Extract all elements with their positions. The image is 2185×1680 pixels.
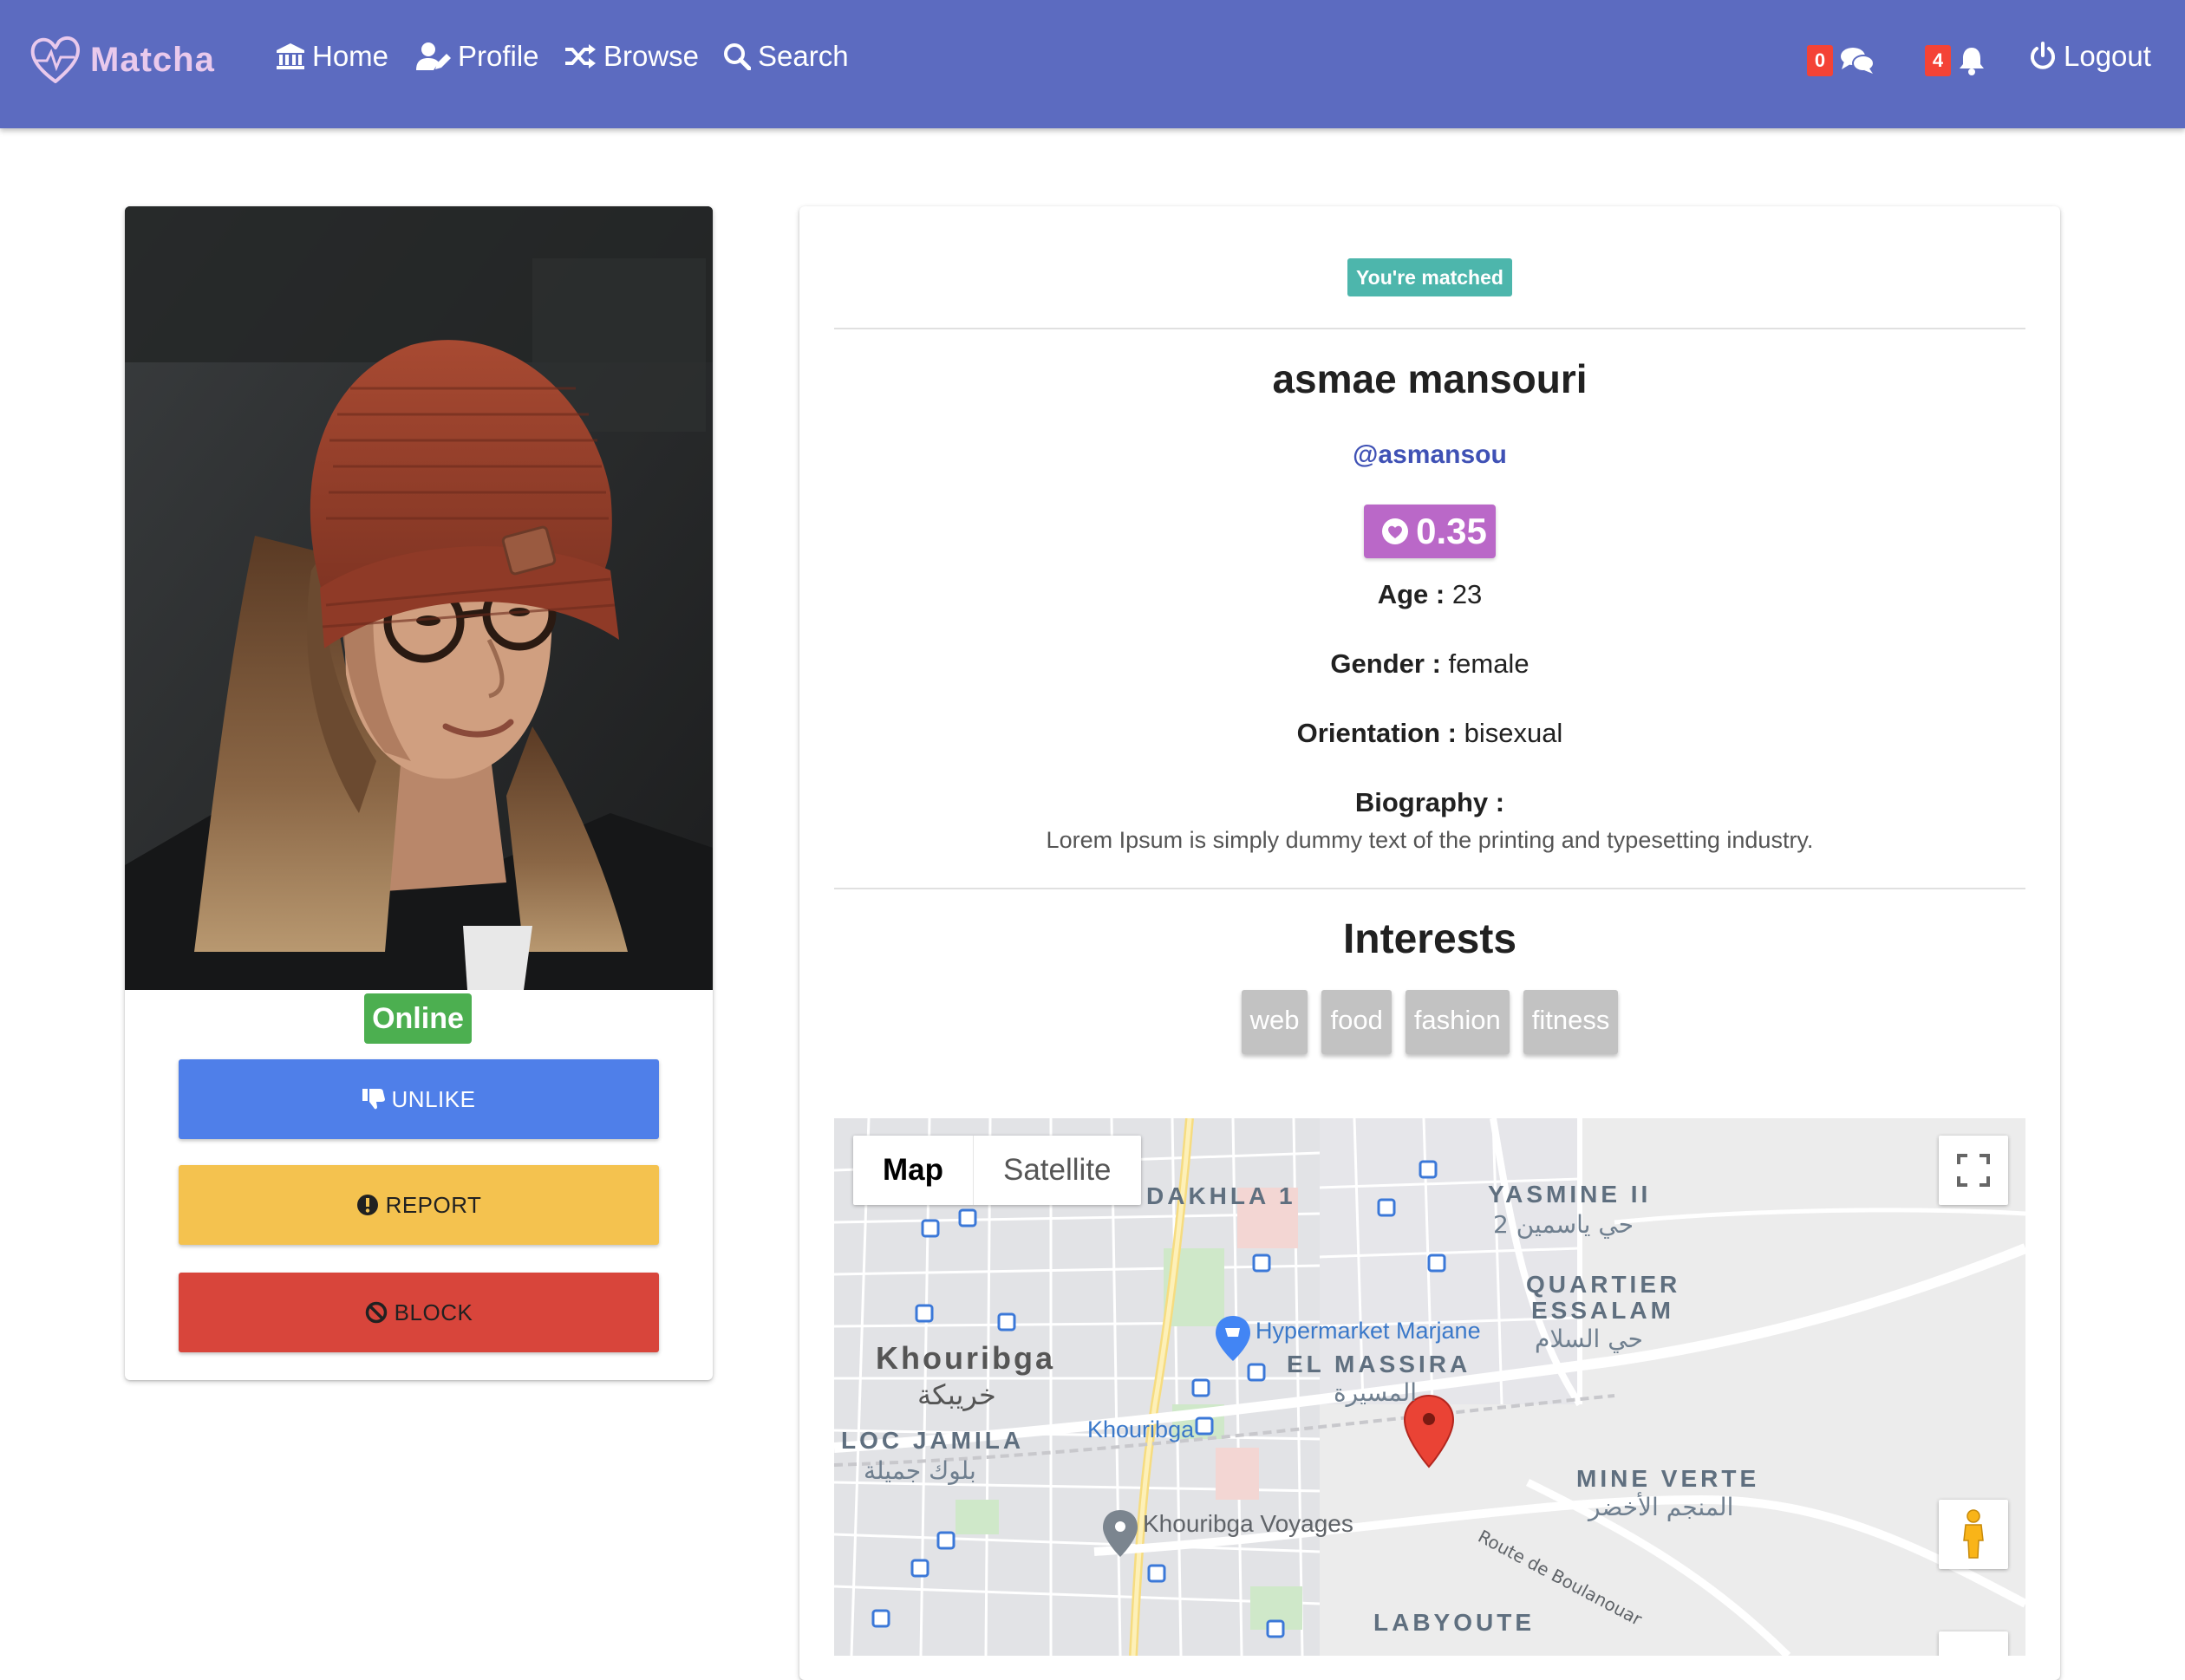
biography-label: Biography : (1354, 787, 1505, 817)
age-value: 23 (1451, 579, 1483, 609)
nav-messages[interactable]: 0 (1807, 45, 1875, 76)
map-label-yasmine: YASMINE II (1488, 1181, 1652, 1208)
matched-badge: You're matched (1347, 258, 1512, 296)
nav-notifications[interactable]: 4 (1925, 45, 1986, 76)
unlike-button[interactable]: UNLIKE (179, 1059, 659, 1139)
map-label-khouribga-station: Khouribga (1087, 1416, 1195, 1442)
gender-value: female (1448, 648, 1530, 679)
nav-home-label: Home (312, 40, 389, 72)
interest-tag[interactable]: fashion (1405, 990, 1510, 1054)
age-line: Age : 23 (799, 579, 2060, 610)
map-label-mine-verte: MINE VERTE (1576, 1465, 1760, 1492)
heart-outline-icon (30, 36, 80, 83)
map-label-yasmine-ar: حي ياسمين 2 (1493, 1210, 1634, 1239)
block-button[interactable]: BLOCK (179, 1273, 659, 1352)
map-type-control: Map Satellite (853, 1136, 1141, 1205)
nav-home[interactable]: Home (276, 40, 388, 73)
bank-icon (277, 43, 304, 69)
brand[interactable]: Matcha (28, 31, 215, 88)
map-type-satellite-button[interactable]: Satellite (973, 1136, 1141, 1205)
interest-tag[interactable]: food (1321, 990, 1392, 1054)
online-status-badge: Online (364, 993, 472, 1044)
profile-details-card: You're matched asmae mansouri @asmansou … (799, 206, 2060, 1680)
orientation-line: Orientation : bisexual (799, 718, 2060, 749)
username: @asmansou (1353, 440, 1507, 469)
user-edit-icon (416, 42, 451, 70)
biography-text: Lorem Ipsum is simply dummy text of the … (1046, 827, 1814, 853)
interests-title: Interests (1342, 916, 1517, 962)
map-label-labyoute: LABYOUTE (1373, 1609, 1535, 1636)
map-label-mine-verte-ar: المنجم الأخضر (1588, 1493, 1734, 1521)
plus-icon (1960, 1653, 1986, 1656)
comments-icon (1841, 48, 1875, 74)
navbar: Matcha Home Profile Browse Search 0 4 Lo… (0, 0, 2185, 128)
divider (834, 328, 2025, 329)
map-label-quartier: QUARTIER (1526, 1271, 1681, 1298)
map-label-dakhla: DAKHLA 1 (1146, 1182, 1296, 1209)
nav-search-label: Search (758, 40, 849, 72)
zoom-in-button[interactable] (1939, 1631, 2008, 1656)
orientation-label: Orientation : (1296, 718, 1457, 748)
nav-logout[interactable]: Logout (2029, 40, 2151, 73)
divider (834, 888, 2025, 889)
full-name: asmae mansouri (1272, 356, 1588, 401)
fame-score-badge: 0.35 (1364, 505, 1496, 558)
map-label-loc-jamila: LOC JAMILA (841, 1427, 1025, 1454)
interest-tag[interactable]: fitness (1523, 990, 1619, 1054)
heart-circle-icon (1382, 518, 1409, 544)
report-button[interactable]: REPORT (179, 1165, 659, 1245)
map-label-voyages: Khouribga Voyages (1143, 1510, 1353, 1537)
report-label: REPORT (385, 1191, 482, 1218)
map-label-hypermarket: Hypermarket Marjane (1256, 1318, 1481, 1344)
nav-logout-label: Logout (2064, 40, 2151, 72)
map-type-map-button[interactable]: Map (853, 1136, 973, 1205)
profile-photo (125, 206, 713, 990)
interest-tag[interactable]: web (1241, 990, 1308, 1054)
interest-tags: web food fashion fitness (1241, 990, 1619, 1054)
nav-search[interactable]: Search (723, 40, 849, 73)
nav-profile-label: Profile (458, 40, 539, 72)
map-label-khouribga-ar: خريبكة (917, 1378, 996, 1411)
map-label-el-massira-ar: المسيرة (1334, 1378, 1418, 1407)
map-label-loc-jamila-ar: بلوك جميلة (864, 1456, 976, 1485)
fame-score-value: 0.35 (1416, 511, 1487, 551)
profile-photo-card: Online UNLIKE REPORT BLOCK (125, 206, 713, 1380)
bell-icon (1960, 48, 1984, 75)
ban-icon (365, 1301, 387, 1324)
thumbs-down-icon (362, 1089, 385, 1110)
gender-line: Gender : female (799, 648, 2060, 680)
gender-label: Gender : (1330, 648, 1441, 679)
age-label: Age : (1377, 579, 1445, 609)
search-icon (724, 43, 751, 70)
biography-heading: Biography : (799, 787, 2060, 818)
pegman-icon (1963, 1509, 1984, 1559)
fullscreen-icon (1957, 1154, 1990, 1187)
location-map[interactable]: DAKHLA 1 YASMINE II حي ياسمين 2 QUARTIER… (834, 1118, 2025, 1656)
messages-count-badge: 0 (1807, 45, 1833, 76)
map-label-khouribga: Khouribga (876, 1340, 1055, 1376)
nav-profile[interactable]: Profile (416, 40, 539, 73)
block-label: BLOCK (394, 1299, 473, 1325)
map-label-essalam-ar: حي السلام (1535, 1325, 1643, 1353)
fullscreen-button[interactable] (1939, 1136, 2008, 1205)
notifications-count-badge: 4 (1925, 45, 1951, 76)
exclamation-circle-icon (356, 1195, 378, 1215)
map-label-el-massira: EL MASSIRA (1287, 1351, 1471, 1377)
orientation-value: bisexual (1464, 718, 1563, 748)
nav-browse-label: Browse (603, 40, 700, 72)
unlike-label: UNLIKE (391, 1085, 476, 1112)
brand-name: Matcha (90, 40, 215, 79)
map-label-essalam: ESSALAM (1531, 1297, 1674, 1324)
power-icon (2031, 42, 2055, 69)
street-view-button[interactable] (1939, 1500, 2008, 1569)
random-icon (565, 44, 596, 68)
nav-browse[interactable]: Browse (565, 40, 699, 73)
